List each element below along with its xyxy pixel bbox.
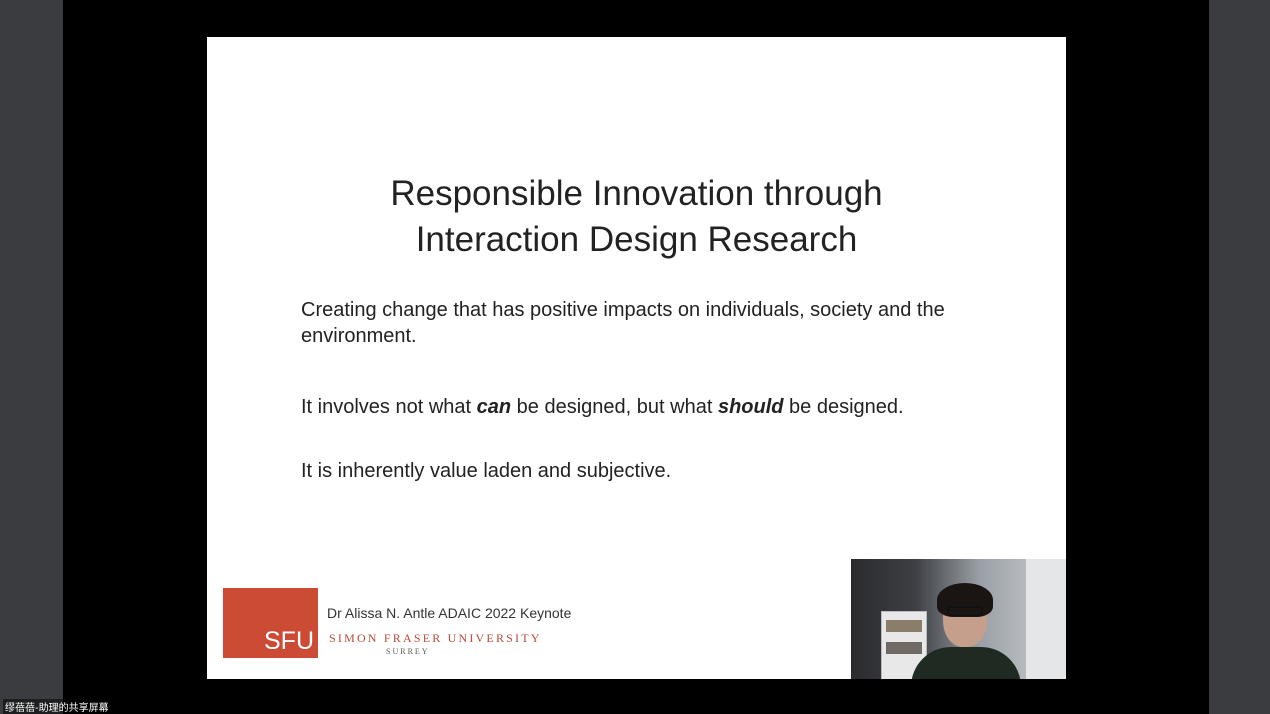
speaker-glasses <box>947 606 983 616</box>
paragraph-2-part3: be designed. <box>783 396 904 418</box>
paragraph-2-emphasis-can: can <box>476 396 512 418</box>
paragraph-2-emphasis-should: should <box>717 396 784 418</box>
meeting-screen: Responsible Innovation through Interacti… <box>0 0 1270 714</box>
slide-paragraph-3: It is inherently value laden and subject… <box>301 460 672 482</box>
slide-title-line2: Interaction Design Research <box>415 220 858 259</box>
university-name: SIMON FRASER UNIVERSITY <box>329 631 542 645</box>
paragraph-2-part2: be designed, but what <box>511 396 718 418</box>
slide-title-line1: Responsible Innovation through <box>390 174 883 213</box>
paragraph-2-part1: It involves not what <box>301 396 477 418</box>
speaker-video-thumbnail[interactable] <box>851 559 1066 679</box>
speaker-body <box>911 647 1021 679</box>
screen-share-caption: 缪蓓蓓-助理的共享屏幕 <box>3 699 111 714</box>
campus-name: SURREY <box>386 647 430 656</box>
sfu-logo: SFU <box>223 588 318 658</box>
slide-paragraph-1: Creating change that has positive impact… <box>301 299 945 347</box>
slide-title: Responsible Innovation through Interacti… <box>207 171 1066 263</box>
right-panel <box>1209 0 1270 714</box>
left-panel <box>0 0 63 714</box>
sfu-logo-text: SFU <box>264 627 314 655</box>
presenter-credit: Dr Alissa N. Antle ADAIC 2022 Keynote <box>327 605 572 621</box>
background-window <box>1026 559 1066 679</box>
slide-paragraph-2: It involves not what can be designed, bu… <box>301 394 1001 420</box>
